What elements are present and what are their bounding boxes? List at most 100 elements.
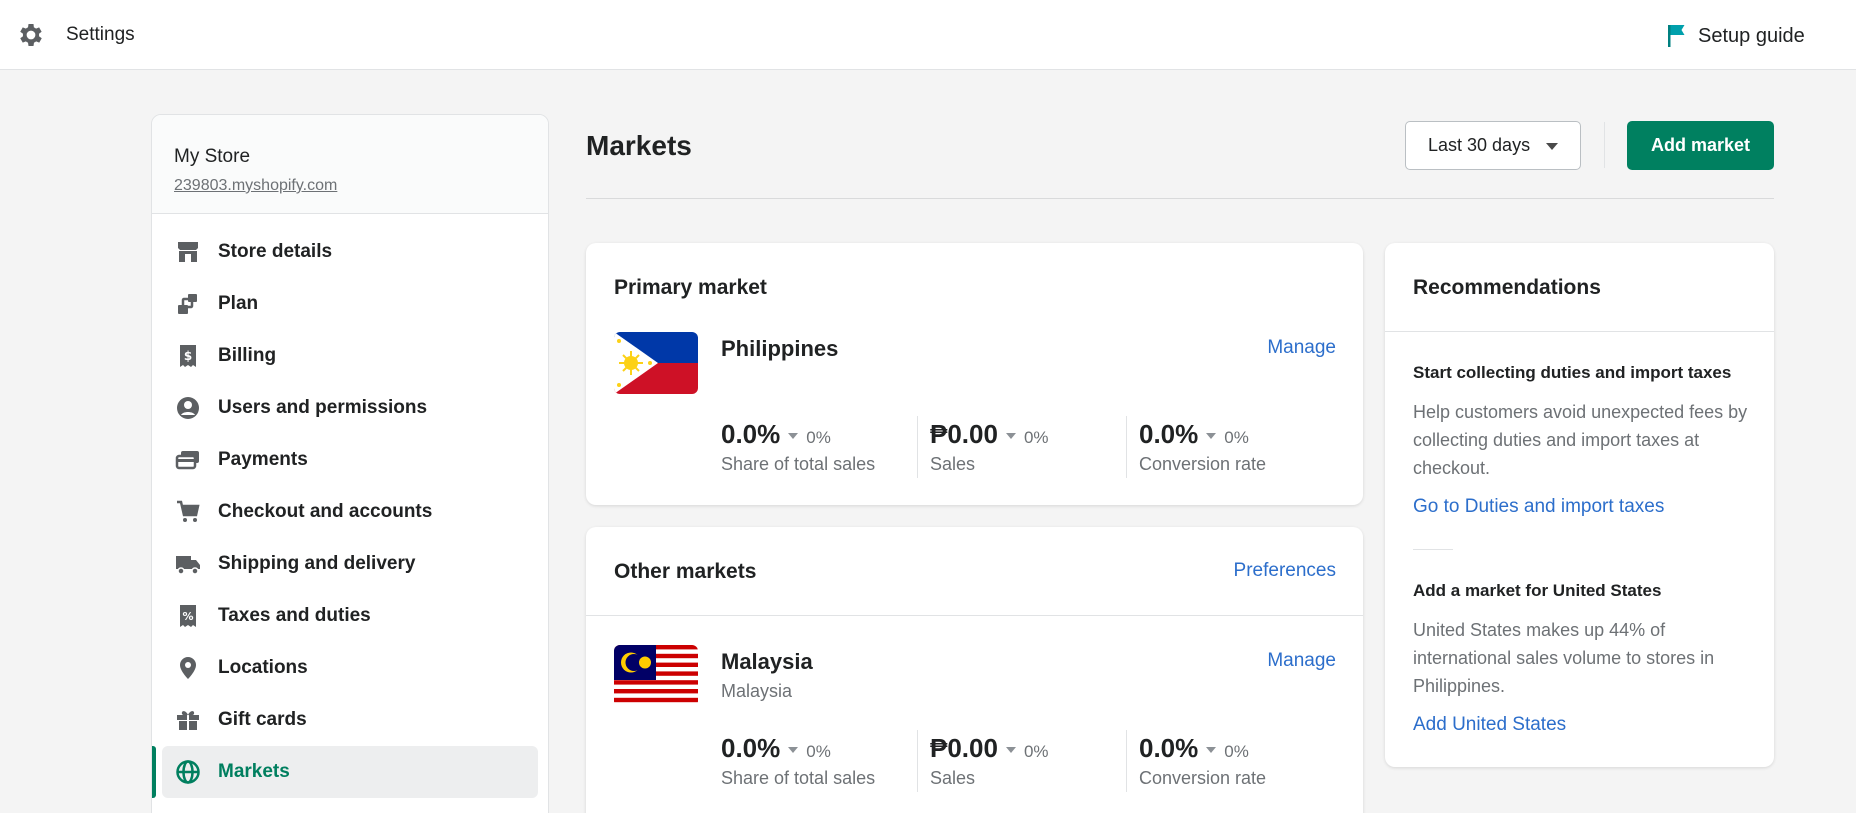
recommendation-divider — [1413, 549, 1453, 550]
recommendations-title: Recommendations — [1413, 276, 1601, 299]
store-url-link[interactable]: 239803.myshopify.com — [174, 177, 526, 195]
metric-caption: Conversion rate — [1139, 454, 1267, 474]
caret-down-icon — [788, 747, 799, 753]
flag-icon — [1668, 25, 1685, 47]
metric-change: 0% — [1023, 428, 1049, 447]
sidebar-item-label: Taxes and duties — [218, 605, 371, 626]
metric-change: 0% — [1023, 742, 1049, 761]
country-name: Philippines — [721, 336, 839, 361]
recommendation-heading: Start collecting duties and import taxes — [1413, 363, 1732, 382]
sidebar-item-label: Plan — [218, 293, 259, 314]
primary-market-card: Primary market Philippines Manage 0.0% 0%… — [586, 243, 1363, 505]
sidebar-item-plan[interactable]: Plan — [152, 278, 548, 330]
billing-icon: $ — [174, 342, 202, 370]
manage-philippines-link[interactable]: Manage — [1267, 337, 1336, 359]
country-region: Malaysia — [721, 681, 793, 701]
plan-icon — [174, 290, 202, 318]
sidebar-item-label: Billing — [218, 345, 277, 366]
metric-value: 0.0% — [1139, 419, 1199, 449]
sidebar-item-users[interactable]: Users and permissions — [152, 382, 548, 434]
sidebar-item-store-details[interactable]: Store details — [152, 226, 548, 278]
recommendation-heading: Add a market for United States — [1413, 581, 1662, 600]
caret-down-icon — [1206, 747, 1217, 753]
caret-down-icon — [1546, 143, 1558, 150]
sidebar-item-taxes[interactable]: % Taxes and duties — [152, 590, 548, 642]
metric-value: 0.0% — [721, 419, 781, 449]
settings-sidebar: My Store 239803.myshopify.com Store deta… — [151, 114, 549, 813]
sidebar-item-label: Locations — [218, 657, 308, 678]
metric-caption: Share of total sales — [721, 454, 876, 474]
sidebar-item-shipping[interactable]: Shipping and delivery — [152, 538, 548, 590]
metric-caption: Sales — [930, 768, 976, 788]
recommendation-body: Help customers avoid unexpected fees by … — [1413, 402, 1748, 478]
duties-taxes-link[interactable]: Go to Duties and import taxes — [1413, 496, 1664, 518]
recommendation-body: United States makes up 44% of internatio… — [1413, 620, 1715, 696]
store-icon — [174, 238, 202, 266]
sidebar-item-markets[interactable]: Markets — [152, 746, 538, 798]
top-bar: Settings Setup guide — [0, 0, 1856, 70]
sidebar-item-label: Store details — [218, 241, 333, 262]
add-market-button[interactable]: Add market — [1627, 121, 1774, 170]
metric-divider — [917, 730, 918, 792]
gift-icon — [174, 706, 202, 734]
malaysia-flag-icon — [614, 645, 698, 707]
sidebar-item-billing[interactable]: $ Billing — [152, 330, 548, 382]
sidebar-item-label: Payments — [218, 449, 308, 470]
manage-malaysia-link[interactable]: Manage — [1267, 650, 1336, 672]
preferences-link[interactable]: Preferences — [1234, 560, 1336, 582]
metric-share-of-sales: 0.0% 0% Share of total sales — [721, 733, 921, 789]
tax-icon: % — [174, 602, 202, 630]
sidebar-item-label: Gift cards — [218, 709, 307, 730]
truck-icon — [174, 550, 202, 578]
settings-nav: Store details Plan $ Billing Users and p… — [152, 214, 548, 798]
recommendations-card: Recommendations Start collecting duties … — [1385, 243, 1774, 767]
sidebar-item-label: Markets — [218, 761, 290, 782]
caret-down-icon — [1005, 433, 1016, 439]
header-divider — [1604, 122, 1605, 168]
store-name: My Store — [174, 146, 251, 167]
sidebar-item-checkout[interactable]: Checkout and accounts — [152, 486, 548, 538]
user-icon — [174, 394, 202, 422]
metric-value: ₱0.00 — [930, 419, 998, 449]
svg-text:$: $ — [184, 349, 192, 363]
location-pin-icon — [174, 654, 202, 682]
metric-conversion-rate: 0.0% 0% Conversion rate — [1139, 419, 1339, 475]
add-united-states-link[interactable]: Add United States — [1413, 714, 1566, 736]
card-divider — [1385, 331, 1774, 332]
sidebar-item-locations[interactable]: Locations — [152, 642, 548, 694]
sidebar-item-label: Checkout and accounts — [218, 501, 433, 522]
sidebar-item-payments[interactable]: Payments — [152, 434, 548, 486]
gear-icon — [20, 24, 42, 46]
svg-text:%: % — [182, 610, 193, 623]
active-indicator — [152, 746, 156, 798]
metric-sales: ₱0.00 0% Sales — [930, 419, 1130, 475]
metric-change: 0% — [1224, 428, 1249, 447]
metric-sales: ₱0.00 0% Sales — [930, 733, 1130, 789]
primary-market-title: Primary market — [614, 276, 767, 299]
philippines-flag-icon — [614, 332, 698, 394]
sidebar-item-gift-cards[interactable]: Gift cards — [152, 694, 548, 746]
payments-icon — [174, 446, 202, 474]
metric-change: 0% — [806, 428, 831, 447]
setup-guide-button[interactable]: Setup guide — [1666, 20, 1805, 52]
date-range-label: Last 30 days — [1428, 135, 1531, 155]
metric-divider — [1126, 416, 1127, 478]
other-markets-title: Other markets — [614, 560, 757, 583]
cart-icon — [174, 498, 202, 526]
metric-caption: Sales — [930, 454, 976, 474]
metric-value: ₱0.00 — [930, 733, 998, 763]
markets-title: Markets — [586, 130, 692, 161]
sidebar-item-label: Users and permissions — [218, 397, 428, 418]
metric-change: 0% — [806, 742, 831, 761]
metric-caption: Conversion rate — [1139, 768, 1267, 788]
store-header: My Store 239803.myshopify.com — [152, 115, 548, 214]
metric-conversion-rate: 0.0% 0% Conversion rate — [1139, 733, 1339, 789]
caret-down-icon — [788, 433, 799, 439]
caret-down-icon — [1005, 747, 1016, 753]
setup-guide-label: Setup guide — [1698, 24, 1805, 47]
other-markets-card: Other markets Preferences Malaysia Malay… — [586, 527, 1363, 813]
page-title: Settings — [66, 24, 135, 45]
metric-share-of-sales: 0.0% 0% Share of total sales — [721, 419, 921, 475]
date-range-select[interactable]: Last 30 days — [1405, 121, 1581, 170]
metric-change: 0% — [1224, 742, 1249, 761]
